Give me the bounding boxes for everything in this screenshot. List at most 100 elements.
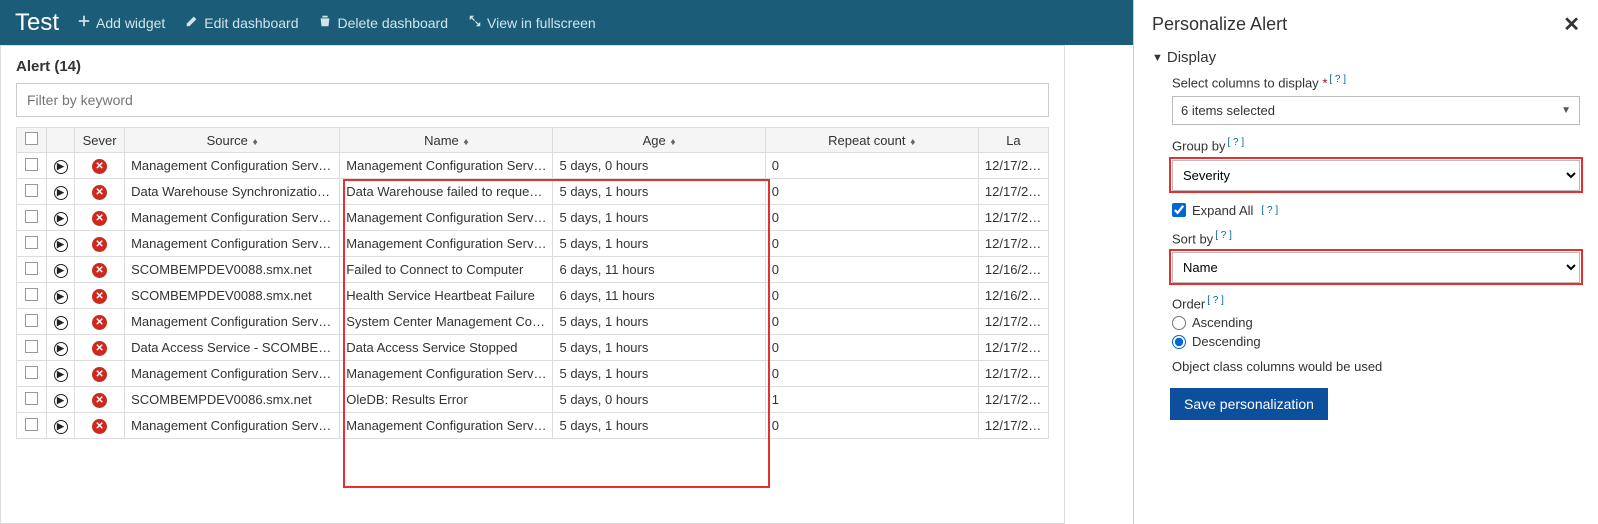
- header-name[interactable]: Name ♦: [340, 128, 553, 153]
- columns-dropdown[interactable]: 6 items selected ▼: [1172, 96, 1580, 125]
- header-age[interactable]: Age ♦: [553, 128, 765, 153]
- cell-repeat: 0: [765, 257, 978, 283]
- row-checkbox[interactable]: [25, 392, 38, 405]
- dashboard-title: Test: [15, 9, 59, 37]
- table-row[interactable]: ▶ ✕ Management Configuration ServiceManage…: [17, 205, 1049, 231]
- header-repeat[interactable]: Repeat count ♦: [765, 128, 978, 153]
- order-desc-label: Descending: [1192, 334, 1261, 349]
- cell-age: 5 days, 0 hours: [553, 387, 765, 413]
- help-icon[interactable]: [ ? ]: [1261, 205, 1278, 216]
- group-by-select[interactable]: Severity: [1172, 160, 1580, 191]
- expand-row-icon[interactable]: ▶: [54, 290, 68, 304]
- edit-dashboard-label: Edit dashboard: [204, 15, 298, 31]
- header-last[interactable]: La: [978, 128, 1048, 153]
- cell-last: 12/17/2020: [978, 153, 1048, 179]
- delete-dashboard-button[interactable]: Delete dashboard: [318, 14, 448, 31]
- row-checkbox[interactable]: [25, 236, 38, 249]
- cell-last: 12/16/2020: [978, 257, 1048, 283]
- table-row[interactable]: ▶✕Management Configuration ServiceManage…: [17, 231, 1049, 257]
- sort-icon: ♦: [908, 137, 916, 148]
- header-checkbox[interactable]: [17, 128, 47, 153]
- severity-critical-icon: ✕: [92, 393, 107, 408]
- cell-name: Management Configuration Service: [340, 205, 553, 231]
- table-row[interactable]: ▶✕Data Access Service - SCOMBEMPDEData A…: [17, 335, 1049, 361]
- cell-source: Data Warehouse Synchronization Se: [125, 179, 340, 205]
- fullscreen-button[interactable]: View in fullscreen: [468, 14, 596, 31]
- expand-icon: [468, 14, 482, 31]
- row-checkbox[interactable]: [25, 366, 38, 379]
- cell-name: Management Configuration Service: [340, 153, 553, 179]
- severity-critical-icon: ✕: [92, 263, 107, 278]
- cell-source: Management Configuration Service: [125, 309, 340, 335]
- severity-critical-icon: ✕: [92, 289, 107, 304]
- expand-row-icon[interactable]: ▶: [54, 316, 68, 330]
- cell-last: 12/17/2020: [978, 413, 1048, 439]
- order-asc-label: Ascending: [1192, 315, 1253, 330]
- cell-age: 5 days, 0 hours: [553, 153, 765, 179]
- cell-name: Management Configuration Service: [340, 231, 553, 257]
- severity-critical-icon: ✕: [92, 341, 107, 356]
- table-row[interactable]: ▶✕Data Warehouse Synchronization SeData …: [17, 179, 1049, 205]
- order-desc-radio[interactable]: [1172, 335, 1186, 349]
- table-row[interactable]: ▶✕Management Configuration ServiceManage…: [17, 413, 1049, 439]
- sort-icon: ♦: [250, 137, 258, 148]
- chevron-down-icon: ▼: [1561, 105, 1571, 116]
- header-source[interactable]: Source ♦: [125, 128, 340, 153]
- severity-critical-icon: ✕: [92, 237, 107, 252]
- cell-repeat: 0: [765, 335, 978, 361]
- personalize-panel: Personalize Alert ✕ ▼ Display Select col…: [1133, 0, 1598, 524]
- cell-age: 5 days, 1 hours: [553, 335, 765, 361]
- cell-age: 6 days, 11 hours: [553, 257, 765, 283]
- expand-all-checkbox[interactable]: [1172, 203, 1186, 217]
- row-checkbox[interactable]: [25, 184, 38, 197]
- row-checkbox[interactable]: [25, 210, 38, 223]
- filter-input[interactable]: [16, 83, 1049, 117]
- row-checkbox[interactable]: [25, 418, 38, 431]
- row-checkbox[interactable]: [25, 314, 38, 327]
- help-icon[interactable]: [ ? ]: [1227, 137, 1244, 148]
- expand-row-icon[interactable]: ▶: [54, 238, 68, 252]
- close-icon[interactable]: ✕: [1563, 12, 1580, 37]
- save-button[interactable]: Save personalization: [1170, 388, 1328, 420]
- expand-row-icon[interactable]: ▶: [54, 264, 68, 278]
- table-row[interactable]: ▶✕Management Configuration ServiceManage…: [17, 153, 1049, 179]
- order-asc-radio[interactable]: [1172, 316, 1186, 330]
- help-icon[interactable]: [ ? ]: [1329, 74, 1346, 85]
- alert-widget-title: Alert (14): [16, 58, 1049, 75]
- expand-row-icon[interactable]: ▶: [54, 342, 68, 356]
- row-checkbox[interactable]: [25, 262, 38, 275]
- expand-row-icon[interactable]: ▶: [54, 394, 68, 408]
- order-label: Order[ ? ]: [1172, 295, 1224, 311]
- sort-by-select[interactable]: Name: [1172, 252, 1580, 283]
- cell-repeat: 0: [765, 153, 978, 179]
- cell-age: 5 days, 1 hours: [553, 231, 765, 257]
- display-section-label: Display: [1167, 49, 1216, 66]
- help-icon[interactable]: [ ? ]: [1207, 295, 1224, 306]
- expand-row-icon[interactable]: ▶: [54, 160, 68, 174]
- header-severity[interactable]: Sever: [75, 128, 125, 153]
- table-row[interactable]: ▶✕Management Configuration ServiceSystem…: [17, 309, 1049, 335]
- add-widget-button[interactable]: Add widget: [77, 14, 165, 31]
- expand-row-icon[interactable]: ▶: [54, 212, 68, 226]
- cell-last: 12/17/2020: [978, 361, 1048, 387]
- row-checkbox[interactable]: [25, 158, 38, 171]
- severity-critical-icon: ✕: [92, 315, 107, 330]
- expand-row-icon[interactable]: ▶: [54, 420, 68, 434]
- cell-source: Management Configuration Service: [125, 205, 340, 231]
- row-checkbox[interactable]: [25, 288, 38, 301]
- table-row[interactable]: ▶✕Management Configuration ServiceManage…: [17, 361, 1049, 387]
- table-row[interactable]: ▶✕SCOMBEMPDEV0088.smx.netHealth Service …: [17, 283, 1049, 309]
- row-checkbox[interactable]: [25, 340, 38, 353]
- severity-critical-icon: ✕: [92, 367, 107, 382]
- expand-row-icon[interactable]: ▶: [54, 186, 68, 200]
- table-row[interactable]: ▶✕SCOMBEMPDEV0086.smx.netOleDB: Results …: [17, 387, 1049, 413]
- cell-last: 12/17/2020: [978, 205, 1048, 231]
- edit-dashboard-button[interactable]: Edit dashboard: [185, 14, 298, 31]
- expand-row-icon[interactable]: ▶: [54, 368, 68, 382]
- severity-critical-icon: ✕: [92, 211, 107, 226]
- table-row[interactable]: ▶✕SCOMBEMPDEV0088.smx.netFailed to Conne…: [17, 257, 1049, 283]
- columns-note: Object class columns would be used: [1172, 359, 1580, 374]
- help-icon[interactable]: [ ? ]: [1215, 230, 1232, 241]
- display-section-toggle[interactable]: ▼ Display: [1152, 49, 1580, 66]
- alert-widget: Alert (14) Sever Source ♦ Name ♦ Age ♦ R…: [0, 45, 1065, 524]
